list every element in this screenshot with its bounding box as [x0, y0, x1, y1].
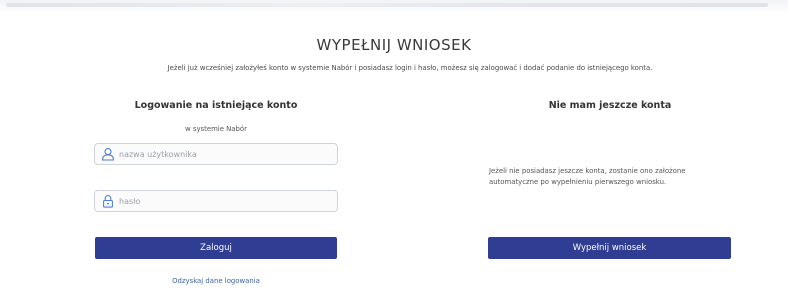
login-heading: Logowanie na istniejące konto: [134, 100, 298, 111]
password-input[interactable]: [119, 196, 319, 206]
password-field[interactable]: [94, 190, 338, 212]
top-bar: [0, 0, 788, 14]
register-info-line-2: automatyczne po wypełnieniu pierwszego w…: [489, 178, 667, 186]
fill-application-button[interactable]: Wypełnij wniosek: [488, 237, 731, 259]
login-button[interactable]: Zaloguj: [95, 237, 337, 259]
user-icon: [101, 147, 115, 161]
username-input[interactable]: [119, 149, 319, 159]
login-subheading: w systemie Nabór: [185, 125, 247, 133]
top-bar-shade: [6, 3, 768, 7]
page-title: WYPEŁNIJ WNIOSEK: [316, 36, 472, 54]
register-info-line-1: Jeżeli nie posiadasz jeszcze konta, zost…: [489, 167, 686, 175]
register-heading: Nie mam jeszcze konta: [548, 100, 672, 111]
page: WYPEŁNIJ WNIOSEK Jeżeli już wcześniej za…: [0, 0, 788, 294]
username-field[interactable]: [94, 143, 338, 165]
recover-login-link[interactable]: Odzyskaj dane logowania: [94, 277, 338, 285]
page-subtitle: Jeżeli już wcześniej założyłeś konto w s…: [167, 64, 653, 72]
lock-icon: [101, 194, 115, 208]
